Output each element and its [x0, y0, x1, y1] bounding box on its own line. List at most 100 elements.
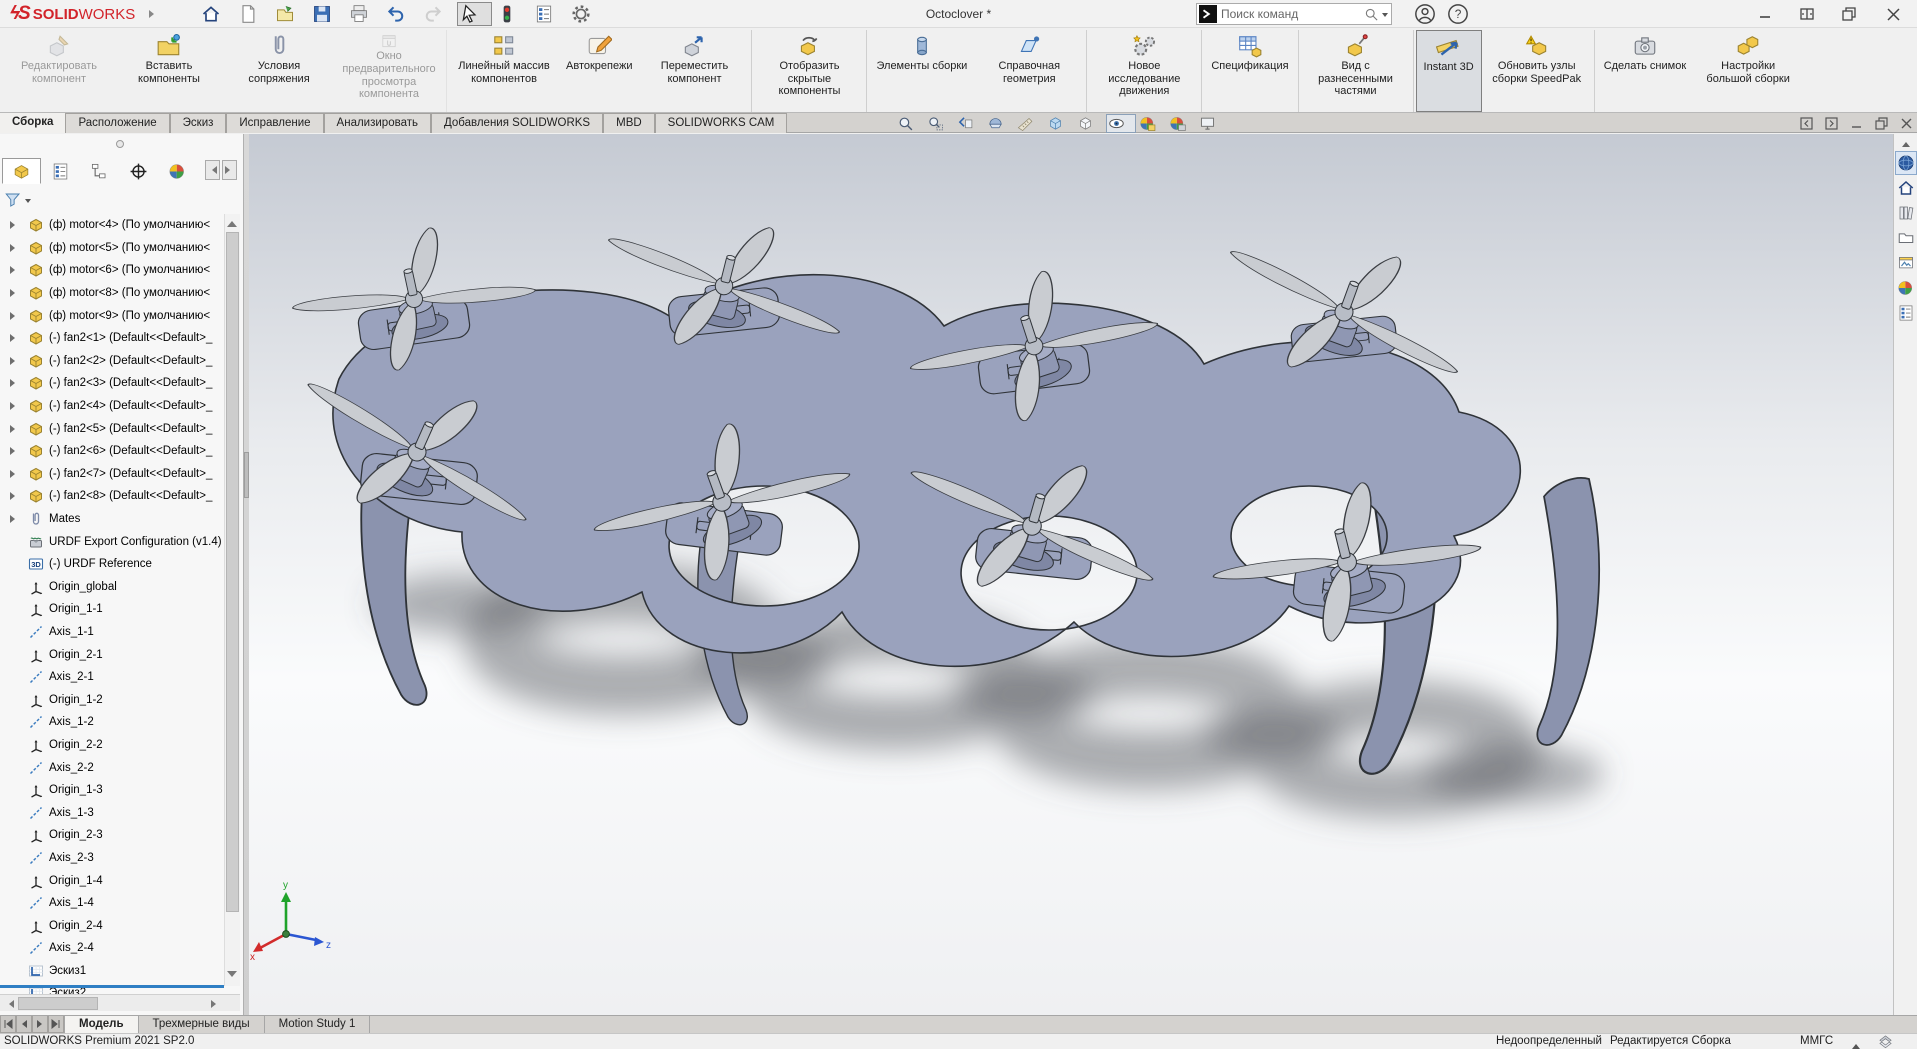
expand-arrow-icon[interactable]: [10, 470, 19, 478]
apply-scene-icon[interactable]: [1168, 114, 1196, 133]
tree-item[interactable]: (-) fan2<3> (Default<<Default>_: [0, 372, 224, 395]
study-tab[interactable]: Трехмерные виды: [139, 1016, 265, 1033]
command-tab[interactable]: Исправление: [226, 113, 323, 133]
tree-item[interactable]: (-) fan2<2> (Default<<Default>_: [0, 350, 224, 373]
tree-item[interactable]: Origin_1-4: [0, 869, 224, 892]
panel-handle[interactable]: [116, 140, 124, 148]
redo-button[interactable]: [420, 2, 455, 26]
tree-item[interactable]: Эскиз1: [0, 960, 224, 983]
tree-item[interactable]: Axis_2-2: [0, 756, 224, 779]
displaymanager-tab[interactable]: [158, 158, 197, 184]
view-settings-icon[interactable]: [1198, 114, 1226, 133]
tree-item[interactable]: Mates: [0, 508, 224, 531]
layout-icon[interactable]: [1790, 0, 1824, 28]
scrollbar-thumb[interactable]: [226, 232, 239, 912]
section-view-icon[interactable]: [986, 114, 1014, 133]
home-tab[interactable]: [1895, 176, 1917, 200]
featuremanager-tree-tab[interactable]: [2, 158, 41, 184]
tree-item[interactable]: (-) fan2<4> (Default<<Default>_: [0, 395, 224, 418]
file-properties-button[interactable]: [531, 2, 566, 26]
ribbon-button[interactable]: Сделать снимок: [1597, 30, 1693, 112]
expand-arrow-icon[interactable]: [10, 221, 19, 229]
expand-arrow-icon[interactable]: [10, 289, 19, 297]
tree-horizontal-scrollbar[interactable]: [0, 994, 240, 1011]
ribbon-button[interactable]: Условия сопряжения: [224, 30, 334, 112]
first-tab-icon[interactable]: [0, 1016, 16, 1033]
scroll-right-icon[interactable]: [208, 997, 222, 1010]
tree-item[interactable]: Origin_2-2: [0, 734, 224, 757]
close-icon[interactable]: [1876, 0, 1910, 28]
tree-filter[interactable]: [4, 188, 31, 212]
options-button[interactable]: [568, 2, 603, 26]
tree-item[interactable]: Origin_global: [0, 576, 224, 599]
home-button[interactable]: [198, 2, 233, 26]
tree-item[interactable]: Origin_2-4: [0, 914, 224, 937]
ribbon-button[interactable]: Новое исследование движения: [1089, 30, 1202, 112]
ribbon-button[interactable]: Элементы сборки: [869, 30, 974, 112]
tree-item[interactable]: (ф) motor<5> (По умолчанию<: [0, 237, 224, 260]
expand-arrow-icon[interactable]: [10, 492, 19, 500]
tree-item[interactable]: Axis_2-1: [0, 666, 224, 689]
hide-show-items-icon[interactable]: [1106, 114, 1136, 133]
expand-arrow-icon[interactable]: [10, 447, 19, 455]
ribbon-button[interactable]: Автокрепежи: [559, 30, 639, 112]
doc-close-icon[interactable]: [1900, 117, 1913, 130]
zoom-to-fit-icon[interactable]: [896, 114, 924, 133]
ribbon-button[interactable]: Обновить узлы сборки SpeedPak: [1482, 30, 1595, 112]
measure-icon[interactable]: [1016, 114, 1044, 133]
scroll-down-icon[interactable]: [227, 971, 237, 982]
search-icon[interactable]: [1364, 7, 1379, 22]
expand-arrow-icon[interactable]: [10, 357, 19, 365]
propertymanager-tab[interactable]: [41, 158, 80, 184]
graphics-viewport[interactable]: x y z: [244, 134, 1893, 1015]
expand-arrow-icon[interactable]: [10, 402, 19, 410]
tree-item[interactable]: Origin_1-1: [0, 598, 224, 621]
scrollbar-thumb[interactable]: [18, 997, 98, 1010]
expand-arrow-icon[interactable]: [10, 515, 19, 523]
undo-button[interactable]: [383, 2, 418, 26]
command-tab[interactable]: SOLIDWORKS CAM: [655, 113, 788, 133]
zoom-to-area-icon[interactable]: [926, 114, 954, 133]
search-input[interactable]: Поиск команд: [1221, 7, 1364, 21]
open-button[interactable]: [272, 2, 307, 26]
panel-splitter[interactable]: [244, 134, 249, 1015]
next-tab-icon[interactable]: [32, 1016, 48, 1033]
file-explorer-tab[interactable]: [1895, 226, 1917, 250]
select-button[interactable]: [457, 2, 492, 26]
help-icon[interactable]: [1447, 3, 1469, 25]
design-library-tab[interactable]: [1895, 201, 1917, 225]
expand-arrow-icon[interactable]: [10, 266, 19, 274]
command-tab[interactable]: Эскиз: [170, 113, 227, 133]
study-tab[interactable]: Motion Study 1: [265, 1016, 371, 1033]
collapse-left-pane-icon[interactable]: [1800, 117, 1813, 130]
ribbon-button[interactable]: Вид с разнесенными частями: [1301, 30, 1414, 112]
tree-item[interactable]: (-) URDF Reference: [0, 553, 224, 576]
scroll-left-icon[interactable]: [2, 997, 16, 1010]
user-account-icon[interactable]: [1414, 3, 1436, 25]
command-tab[interactable]: MBD: [603, 113, 655, 133]
expand-arrow-icon[interactable]: [10, 244, 19, 252]
tree-item[interactable]: Origin_2-1: [0, 643, 224, 666]
restore-icon[interactable]: [1832, 0, 1866, 28]
tree-item[interactable]: (-) fan2<5> (Default<<Default>_: [0, 417, 224, 440]
qat-expander-icon[interactable]: [149, 10, 158, 18]
collapse-chevron-icon[interactable]: [1902, 138, 1910, 147]
tags-icon[interactable]: [1878, 1034, 1893, 1049]
tree-item[interactable]: URDF Export Configuration (v1.4): [0, 530, 224, 553]
rebuild-button[interactable]: [494, 2, 529, 26]
ribbon-button[interactable]: Переместить компонент: [639, 30, 752, 112]
command-tab[interactable]: Добавления SOLIDWORKS: [431, 113, 603, 133]
units-dropdown-icon[interactable]: [1852, 1040, 1860, 1049]
view-palette-tab[interactable]: [1895, 251, 1917, 275]
appearances-tab[interactable]: [1895, 276, 1917, 300]
ribbon-button[interactable]: Редактировать компонент: [4, 30, 114, 112]
custom-properties-tab[interactable]: [1895, 301, 1917, 325]
ribbon-button[interactable]: Спецификация: [1204, 30, 1298, 112]
configurationmanager-tab[interactable]: [80, 158, 119, 184]
scroll-right-icon[interactable]: [222, 160, 237, 180]
tree-item[interactable]: (-) fan2<8> (Default<<Default>_: [0, 485, 224, 508]
tree-item[interactable]: Origin_1-2: [0, 688, 224, 711]
tree-item[interactable]: (-) fan2<1> (Default<<Default>_: [0, 327, 224, 350]
previous-view-icon[interactable]: [956, 114, 984, 133]
doc-minimize-icon[interactable]: [1850, 117, 1863, 130]
